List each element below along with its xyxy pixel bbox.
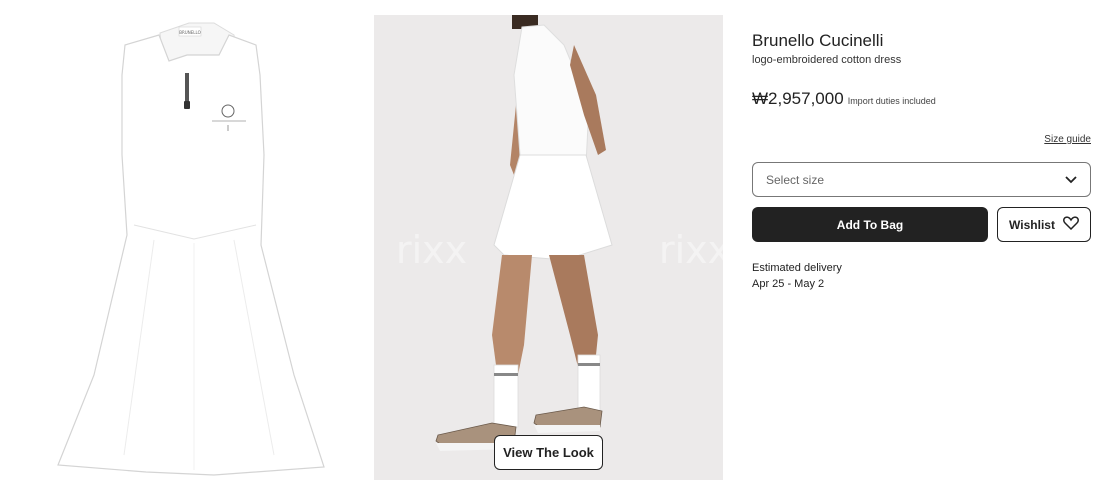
watermark-text: rixx xyxy=(659,228,723,272)
delivery-label: Estimated delivery xyxy=(752,262,842,274)
watermark-text: rixx xyxy=(396,228,467,272)
price: ₩2,957,000 xyxy=(752,89,844,108)
size-select-dropdown[interactable]: Select size xyxy=(752,162,1091,197)
product-description: logo-embroidered cotton dress xyxy=(752,54,902,66)
view-the-look-button[interactable]: View The Look xyxy=(494,435,603,470)
add-to-bag-button[interactable]: Add To Bag xyxy=(752,207,988,242)
chevron-down-icon xyxy=(1065,171,1077,189)
model-illustration: rixx rixx xyxy=(374,15,723,480)
svg-text:BRUNELLO: BRUNELLO xyxy=(179,30,200,35)
product-image-front[interactable]: BRUNELLO xyxy=(24,15,354,480)
duties-note: Import duties included xyxy=(847,96,936,106)
product-image-model[interactable]: rixx rixx xyxy=(374,15,723,480)
brand-name[interactable]: Brunello Cucinelli xyxy=(752,31,883,51)
size-select-placeholder: Select size xyxy=(766,172,825,187)
wishlist-label: Wishlist xyxy=(1009,217,1055,232)
dress-front-illustration: BRUNELLO xyxy=(57,22,325,476)
heart-icon xyxy=(1063,216,1079,233)
price-row: ₩2,957,000 Import duties included xyxy=(752,89,936,109)
wishlist-button[interactable]: Wishlist xyxy=(997,207,1091,242)
size-guide-link[interactable]: Size guide xyxy=(1044,134,1091,145)
delivery-dates: Apr 25 - May 2 xyxy=(752,278,825,290)
